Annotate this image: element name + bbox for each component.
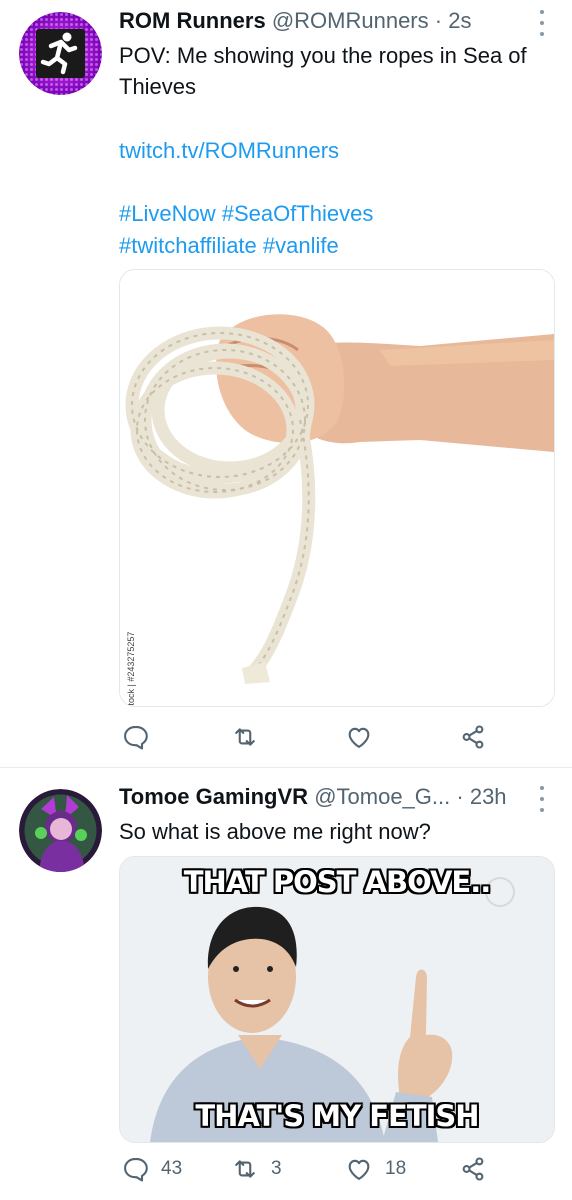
avatar-character-icon [19, 789, 102, 872]
tweet-media-meme[interactable]: THAT POST ABOVE.. THAT'S MY FETISH [119, 856, 555, 1143]
reply-button[interactable] [121, 721, 161, 753]
tweet-time[interactable]: 2s [448, 8, 471, 33]
retweet-icon [235, 1160, 255, 1178]
rope-image [120, 270, 554, 706]
share-button[interactable] [459, 721, 487, 753]
share-button[interactable] [459, 1153, 487, 1185]
tweet-link[interactable]: twitch.tv/ROMRunners [119, 135, 339, 166]
meme-bottom-text: THAT'S MY FETISH [195, 1099, 479, 1133]
share-icon [462, 1157, 484, 1181]
like-count: 18 [385, 1158, 407, 1179]
reply-icon [124, 1158, 148, 1182]
author-handle[interactable]: @ROMRunners [272, 8, 429, 33]
tweet-text: POV: Me showing you the ropes in Sea of … [119, 43, 527, 99]
like-icon [348, 1159, 370, 1180]
share-icon [462, 725, 484, 749]
tweet-media-rope[interactable]: Adobe Stock | #243275257 [119, 269, 555, 707]
like-icon [348, 727, 370, 748]
like-button[interactable] [345, 721, 385, 753]
avatar-rom-runners[interactable] [19, 12, 102, 95]
tweet-header: ROM Runners @ROMRunners · 2s [119, 8, 471, 34]
avatar-runner-icon [19, 12, 102, 95]
reply-icon [124, 726, 148, 750]
hashtags-line-2[interactable]: #twitchaffiliate #vanlife [119, 230, 339, 261]
author-name[interactable]: Tomoe GamingVR [119, 784, 308, 809]
more-icon[interactable] [538, 786, 546, 812]
tweet-actions: 43 3 18 [119, 1153, 559, 1185]
separator-dot: · [456, 784, 464, 809]
tweet-rom-runners[interactable]: ROM Runners @ROMRunners · 2s POV: Me sho… [0, 0, 572, 768]
meme-top-text: THAT POST ABOVE.. [183, 865, 492, 899]
tweet-header: Tomoe GamingVR @Tomoe_G... · 23h [119, 784, 507, 810]
author-name[interactable]: ROM Runners [119, 8, 266, 33]
author-handle[interactable]: @Tomoe_G... [314, 784, 450, 809]
separator-dot: · [434, 8, 443, 33]
tweet-time[interactable]: 23h [470, 784, 507, 809]
hashtags-line-1[interactable]: #LiveNow #SeaOfThieves [119, 198, 373, 229]
more-icon[interactable] [538, 10, 546, 36]
avatar-tomoe[interactable] [19, 789, 102, 872]
retweet-count: 3 [271, 1158, 282, 1179]
media-watermark: Adobe Stock | #243275257 [126, 631, 136, 707]
retweet-button[interactable]: 3 [231, 1153, 282, 1185]
tweet-text: So what is above me right now? [119, 819, 431, 844]
reply-count: 43 [161, 1158, 183, 1179]
reply-button[interactable]: 43 [121, 1153, 182, 1185]
tweet-actions [119, 721, 559, 753]
like-button[interactable]: 18 [345, 1153, 406, 1185]
retweet-button[interactable] [231, 721, 271, 753]
retweet-icon [235, 728, 255, 746]
tweet-tomoe-gamingvr[interactable]: Tomoe GamingVR @Tomoe_G... · 23h So what… [0, 768, 572, 1200]
